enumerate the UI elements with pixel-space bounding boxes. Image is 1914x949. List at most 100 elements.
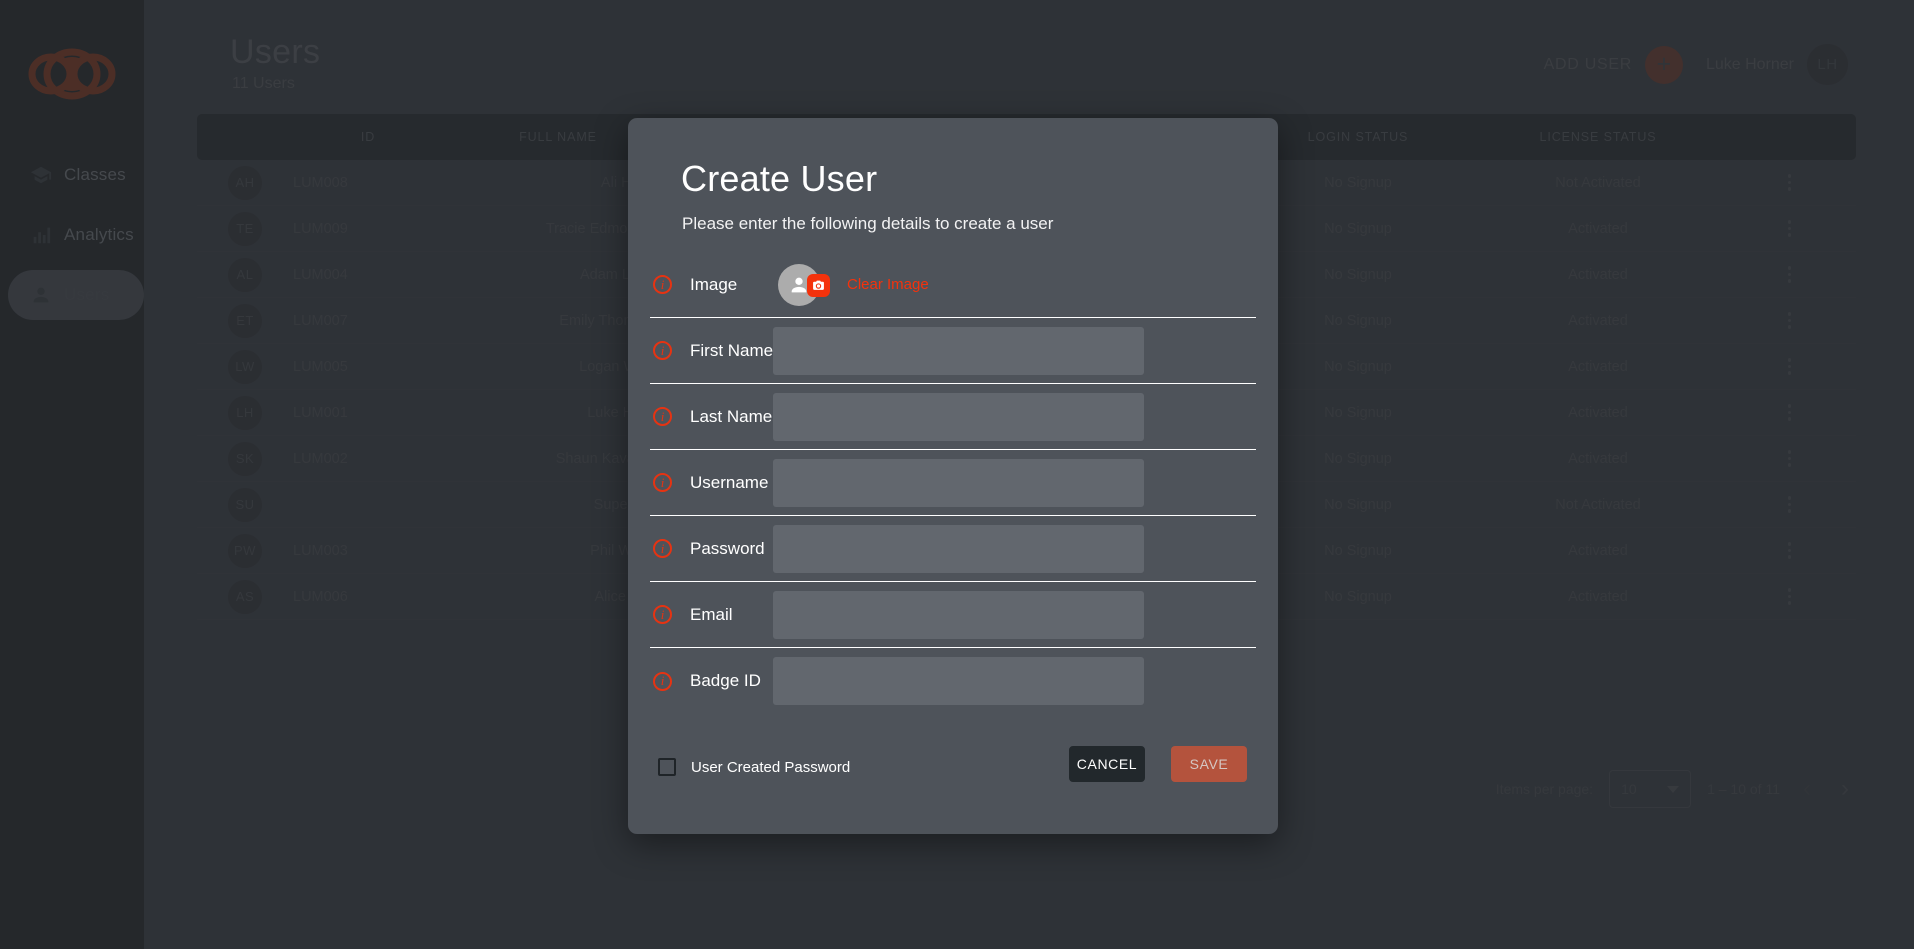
- cell-license-status: Not Activated: [1473, 175, 1723, 191]
- cell-license-status: Activated: [1473, 221, 1723, 237]
- row-menu-icon[interactable]: [1788, 358, 1792, 375]
- user-created-password-checkbox[interactable]: [658, 758, 676, 776]
- first-name-input[interactable]: [773, 327, 1144, 375]
- avatar: AL: [228, 258, 262, 292]
- cell-id: LUM007: [293, 313, 443, 329]
- field-row-first-name: i First Name: [650, 318, 1256, 384]
- page-range-label: 1 – 10 of 11: [1707, 781, 1780, 797]
- cell-id: LUM009: [293, 221, 443, 237]
- cell-license-status: Activated: [1473, 405, 1723, 421]
- cell-id: LUM008: [293, 175, 443, 191]
- cell-id: LUM005: [293, 359, 443, 375]
- row-menu-icon[interactable]: [1788, 496, 1792, 513]
- cell-id: LUM003: [293, 543, 443, 559]
- cell-id: LUM002: [293, 451, 443, 467]
- add-user-button[interactable]: +: [1645, 46, 1683, 84]
- items-per-page-select[interactable]: 10: [1609, 770, 1691, 808]
- row-menu-icon[interactable]: [1788, 266, 1792, 283]
- user-created-password-row[interactable]: User Created Password: [658, 758, 850, 776]
- chevron-right-icon[interactable]: ›: [1834, 775, 1856, 803]
- sidebar-item-users[interactable]: Users: [8, 270, 144, 320]
- cell-license-status: Activated: [1473, 359, 1723, 375]
- field-row-email: i Email: [650, 582, 1256, 648]
- row-menu-icon[interactable]: [1788, 404, 1792, 421]
- cell-license-status: Activated: [1473, 267, 1723, 283]
- clear-image-button[interactable]: Clear Image: [847, 276, 929, 293]
- cell-id: LUM004: [293, 267, 443, 283]
- dialog-footer: User Created Password CANCEL SAVE: [628, 722, 1278, 834]
- info-icon[interactable]: i: [653, 407, 672, 426]
- sidebar: Classes Analytics Users: [0, 0, 144, 949]
- field-row-username: i Username: [650, 450, 1256, 516]
- field-row-image: i Image Clear Image: [650, 252, 1256, 318]
- items-per-page-label: Items per page:: [1496, 781, 1593, 797]
- row-menu-icon[interactable]: [1788, 542, 1792, 559]
- row-menu-icon[interactable]: [1788, 588, 1792, 605]
- camera-icon[interactable]: [807, 274, 830, 297]
- avatar: TE: [228, 212, 262, 246]
- col-license: LICENSE STATUS: [1473, 130, 1723, 144]
- save-button[interactable]: SAVE: [1171, 746, 1247, 782]
- row-menu-icon[interactable]: [1788, 450, 1792, 467]
- email-input[interactable]: [773, 591, 1144, 639]
- chevron-down-icon: [1667, 786, 1679, 793]
- sidebar-item-label: Users: [64, 285, 109, 305]
- info-icon[interactable]: i: [653, 275, 672, 294]
- logo-icon: [18, 38, 126, 110]
- avatar: SU: [228, 488, 262, 522]
- avatar: AS: [228, 580, 262, 614]
- bar-chart-icon: [30, 224, 52, 246]
- cell-id: LUM001: [293, 405, 443, 421]
- add-user-label: ADD USER: [1544, 56, 1632, 74]
- chevron-left-icon[interactable]: ‹: [1796, 775, 1818, 803]
- avatar: AH: [228, 166, 262, 200]
- last-name-input[interactable]: [773, 393, 1144, 441]
- cancel-button[interactable]: CANCEL: [1069, 746, 1145, 782]
- avatar[interactable]: LH: [1807, 44, 1848, 85]
- avatar: LW: [228, 350, 262, 384]
- avatar: ET: [228, 304, 262, 338]
- pagination: Items per page: 10 1 – 10 of 11 ‹ ›: [1496, 770, 1856, 808]
- sidebar-item-classes[interactable]: Classes: [8, 150, 144, 200]
- password-input[interactable]: [773, 525, 1144, 573]
- field-row-badge-id: i Badge ID: [650, 648, 1256, 714]
- dialog-title: Create User: [681, 158, 877, 200]
- page-title: Users: [230, 33, 320, 72]
- row-menu-icon[interactable]: [1788, 220, 1792, 237]
- screen: Classes Analytics Users Users 11 Users A…: [0, 0, 1914, 949]
- avatar: PW: [228, 534, 262, 568]
- avatar: LH: [228, 396, 262, 430]
- cell-license-status: Not Activated: [1473, 497, 1723, 513]
- cell-id: LUM006: [293, 589, 443, 605]
- cell-license-status: Activated: [1473, 313, 1723, 329]
- cell-license-status: Activated: [1473, 451, 1723, 467]
- sidebar-item-analytics[interactable]: Analytics: [8, 210, 144, 260]
- username-input[interactable]: [773, 459, 1144, 507]
- form-fields-scroll-area: i Image Clear Image i First Name i Last …: [628, 252, 1278, 722]
- info-icon[interactable]: i: [653, 539, 672, 558]
- info-icon[interactable]: i: [653, 473, 672, 492]
- row-menu-icon[interactable]: [1788, 174, 1792, 191]
- field-row-last-name: i Last Name: [650, 384, 1256, 450]
- header-actions: ADD USER + Luke Horner LH: [1544, 44, 1848, 85]
- cell-license-status: Activated: [1473, 589, 1723, 605]
- badge-id-input[interactable]: [773, 657, 1144, 705]
- avatar: SK: [228, 442, 262, 476]
- person-icon: [30, 284, 52, 306]
- items-per-page-value: 10: [1621, 781, 1637, 797]
- dialog-subtitle: Please enter the following details to cr…: [682, 214, 1053, 234]
- info-icon[interactable]: i: [653, 341, 672, 360]
- luminous-logo[interactable]: [18, 38, 126, 110]
- user-created-password-label: User Created Password: [691, 759, 850, 776]
- create-user-dialog: Create User Please enter the following d…: [628, 118, 1278, 834]
- sidebar-item-label: Analytics: [64, 225, 134, 245]
- graduation-cap-icon: [30, 164, 52, 186]
- account-name: Luke Horner: [1706, 56, 1794, 74]
- info-icon[interactable]: i: [653, 672, 672, 691]
- info-icon[interactable]: i: [653, 605, 672, 624]
- user-count-label: 11 Users: [232, 75, 295, 93]
- col-id: ID: [293, 130, 443, 144]
- field-row-password: i Password: [650, 516, 1256, 582]
- row-menu-icon[interactable]: [1788, 312, 1792, 329]
- cell-license-status: Activated: [1473, 543, 1723, 559]
